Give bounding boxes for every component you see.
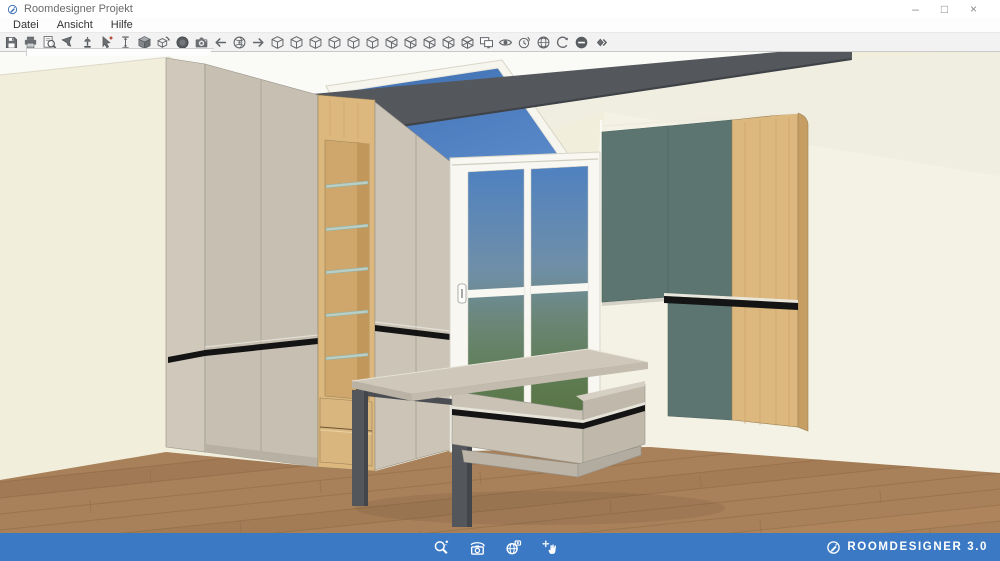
view-previous-icon[interactable] xyxy=(211,33,230,52)
view-cube-iso4-icon[interactable] xyxy=(439,33,458,52)
maximize-button[interactable]: □ xyxy=(930,0,959,18)
view-cube-iso3-icon[interactable] xyxy=(420,33,439,52)
menu-bar: Datei Ansicht Hilfe xyxy=(0,18,1000,32)
visibility-icon[interactable] xyxy=(496,33,515,52)
view-history-icon[interactable] xyxy=(515,33,534,52)
menu-item-ansicht[interactable]: Ansicht xyxy=(48,18,102,32)
app-window: Roomdesigner Projekt – □ × Datei Ansicht Hil… xyxy=(0,0,1000,561)
app-logo-icon xyxy=(7,4,18,15)
pan-hand-tool-icon[interactable] xyxy=(538,536,560,558)
navigation-tools xyxy=(430,533,560,561)
save-icon[interactable] xyxy=(2,33,21,52)
menu-item-hilfe[interactable]: Hilfe xyxy=(102,18,142,32)
next-element-icon[interactable] xyxy=(591,33,610,52)
panorama-globe-icon[interactable] xyxy=(534,33,553,52)
view-cube-iso1-icon[interactable] xyxy=(382,33,401,52)
orbit-camera-tool-icon[interactable] xyxy=(466,536,488,558)
dual-view-icon[interactable] xyxy=(477,33,496,52)
view-cube-front-icon[interactable] xyxy=(268,33,287,52)
viewport[interactable] xyxy=(0,52,1000,533)
wardrobe-left[interactable] xyxy=(165,57,319,468)
bottom-bar: ROOMDESIGNER 3.0 xyxy=(0,533,1000,561)
title-bar: Roomdesigner Projekt – □ × xyxy=(0,0,1000,18)
view-cube-iso2-icon[interactable] xyxy=(401,33,420,52)
zoom-tool-icon[interactable] xyxy=(430,536,452,558)
wardrobe-angled[interactable] xyxy=(374,101,453,471)
view-cube-all-icon[interactable] xyxy=(458,33,477,52)
minimize-button[interactable]: – xyxy=(901,0,930,18)
toolbar xyxy=(0,32,1000,56)
brand: ROOMDESIGNER 3.0 xyxy=(826,533,988,561)
roomdesigner-logo-icon xyxy=(826,540,841,555)
view-cube-top-icon[interactable] xyxy=(344,33,363,52)
tooltip-stub xyxy=(26,48,214,56)
menu-item-datei[interactable]: Datei xyxy=(4,18,48,32)
view-next-icon[interactable] xyxy=(249,33,268,52)
globe-camera-tool-icon[interactable] xyxy=(502,536,524,558)
scene-3d[interactable] xyxy=(0,52,1000,533)
remove-icon[interactable] xyxy=(572,33,591,52)
view-cube-left-icon[interactable] xyxy=(306,33,325,52)
view-cube-bottom-icon[interactable] xyxy=(363,33,382,52)
rotate-scene-icon[interactable] xyxy=(553,33,572,52)
close-button[interactable]: × xyxy=(959,0,988,18)
view-cube-back-icon[interactable] xyxy=(287,33,306,52)
wall-left xyxy=(0,57,170,480)
brand-label: ROOMDESIGNER 3.0 xyxy=(847,541,988,553)
view-cube-right-icon[interactable] xyxy=(325,33,344,52)
window-controls: – □ × xyxy=(901,0,1000,18)
orbit-sphere-icon[interactable] xyxy=(230,33,249,52)
window-title: Roomdesigner Projekt xyxy=(24,3,133,15)
